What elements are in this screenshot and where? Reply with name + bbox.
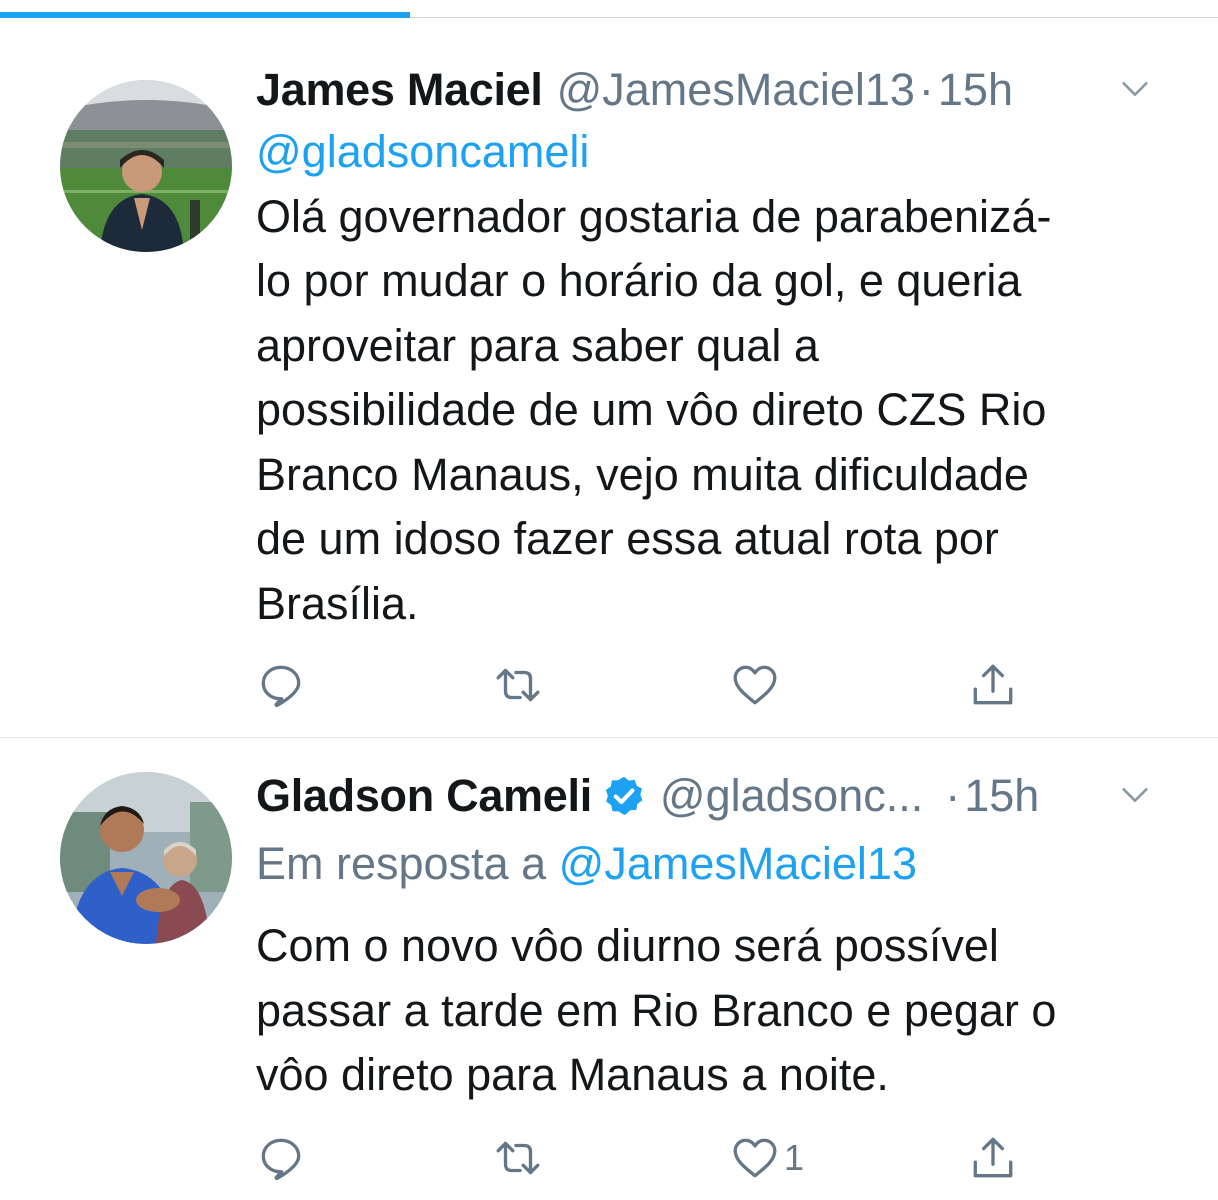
text-line: Brasília.	[256, 577, 419, 629]
avatar-photo-stadium	[60, 80, 232, 252]
text-line: Olá governador gostaria de parabenizá-	[256, 190, 1052, 242]
tweet-text: Com o novo vôo diurno será possível pass…	[256, 914, 1166, 1108]
timestamp[interactable]: 15h	[964, 770, 1039, 822]
retweet-button[interactable]	[493, 1128, 543, 1188]
tweet-header: James Maciel @JamesMaciel13 · 15h	[256, 60, 1158, 120]
display-name[interactable]: James Maciel	[256, 64, 543, 116]
share-icon	[973, 1137, 1013, 1178]
like-count: 1	[784, 1137, 805, 1178]
chevron-down-icon[interactable]	[1118, 778, 1152, 812]
progress-bar	[0, 0, 1218, 18]
user-handle[interactable]: @JamesMaciel13	[557, 64, 915, 116]
reply-to-link[interactable]: @JamesMaciel13	[559, 838, 917, 889]
reply-icon	[261, 1138, 301, 1181]
text-line: Branco Manaus, vejo muita dificuldade	[256, 448, 1029, 500]
tweet-gladson-cameli[interactable]: Gladson Cameli @gladsonc... · 15h Em res…	[0, 738, 1218, 1200]
separator-dot: ·	[918, 64, 934, 115]
text-line: vôo direto para Manaus a noite.	[256, 1049, 889, 1100]
timestamp[interactable]: 15h	[938, 64, 1013, 116]
text-line: Com o novo vôo diurno será possível	[256, 920, 999, 971]
reply-icon	[261, 665, 301, 708]
heart-icon	[733, 1138, 777, 1178]
verified-badge-icon	[605, 776, 643, 815]
retweet-button[interactable]	[493, 655, 543, 715]
progress-bar-track	[410, 17, 1218, 18]
tweet-james-maciel[interactable]: James Maciel @JamesMaciel13 · 15h @glads…	[0, 40, 1218, 737]
text-line: lo por mudar o horário da gol, e queria	[256, 255, 1022, 306]
like-button[interactable]: 1	[730, 1128, 804, 1188]
user-handle[interactable]: @gladsonc...	[660, 770, 923, 822]
retweet-icon	[496, 668, 540, 702]
reply-prefix: Em resposta a	[256, 838, 547, 889]
progress-bar-fill	[0, 12, 410, 18]
tweet-text: @gladsoncameli Olá governador gostaria d…	[256, 120, 1166, 636]
heart-icon	[733, 665, 777, 705]
share-button[interactable]	[968, 655, 1018, 715]
text-line: de um idoso fazer essa atual rota por	[256, 513, 999, 564]
text-line: passar a tarde em Rio Branco e pegar o	[256, 984, 1057, 1036]
text-line: possibilidade de um vôo direto CZS Rio	[256, 384, 1047, 435]
avatar-photo-crowd	[60, 772, 232, 944]
like-button[interactable]	[730, 655, 780, 715]
avatar[interactable]	[60, 772, 232, 944]
tweet-actions	[256, 655, 1056, 715]
retweet-icon	[496, 1141, 540, 1175]
share-icon	[973, 664, 1013, 705]
separator-dot: ·	[945, 770, 961, 821]
mention-link[interactable]: @gladsoncameli	[256, 120, 1166, 185]
display-name[interactable]: Gladson Cameli	[256, 770, 592, 822]
share-button[interactable]	[968, 1128, 1018, 1188]
reply-button[interactable]	[256, 655, 306, 715]
chevron-down-icon[interactable]	[1118, 72, 1152, 106]
tweet-actions: 1	[256, 1128, 1056, 1188]
avatar[interactable]	[60, 80, 232, 252]
tweet-header: Gladson Cameli @gladsonc... · 15h	[256, 766, 1158, 826]
text-line: aproveitar para saber qual a	[256, 319, 819, 371]
reply-button[interactable]	[256, 1128, 306, 1188]
reply-context: Em resposta a @JamesMaciel13	[256, 838, 917, 890]
